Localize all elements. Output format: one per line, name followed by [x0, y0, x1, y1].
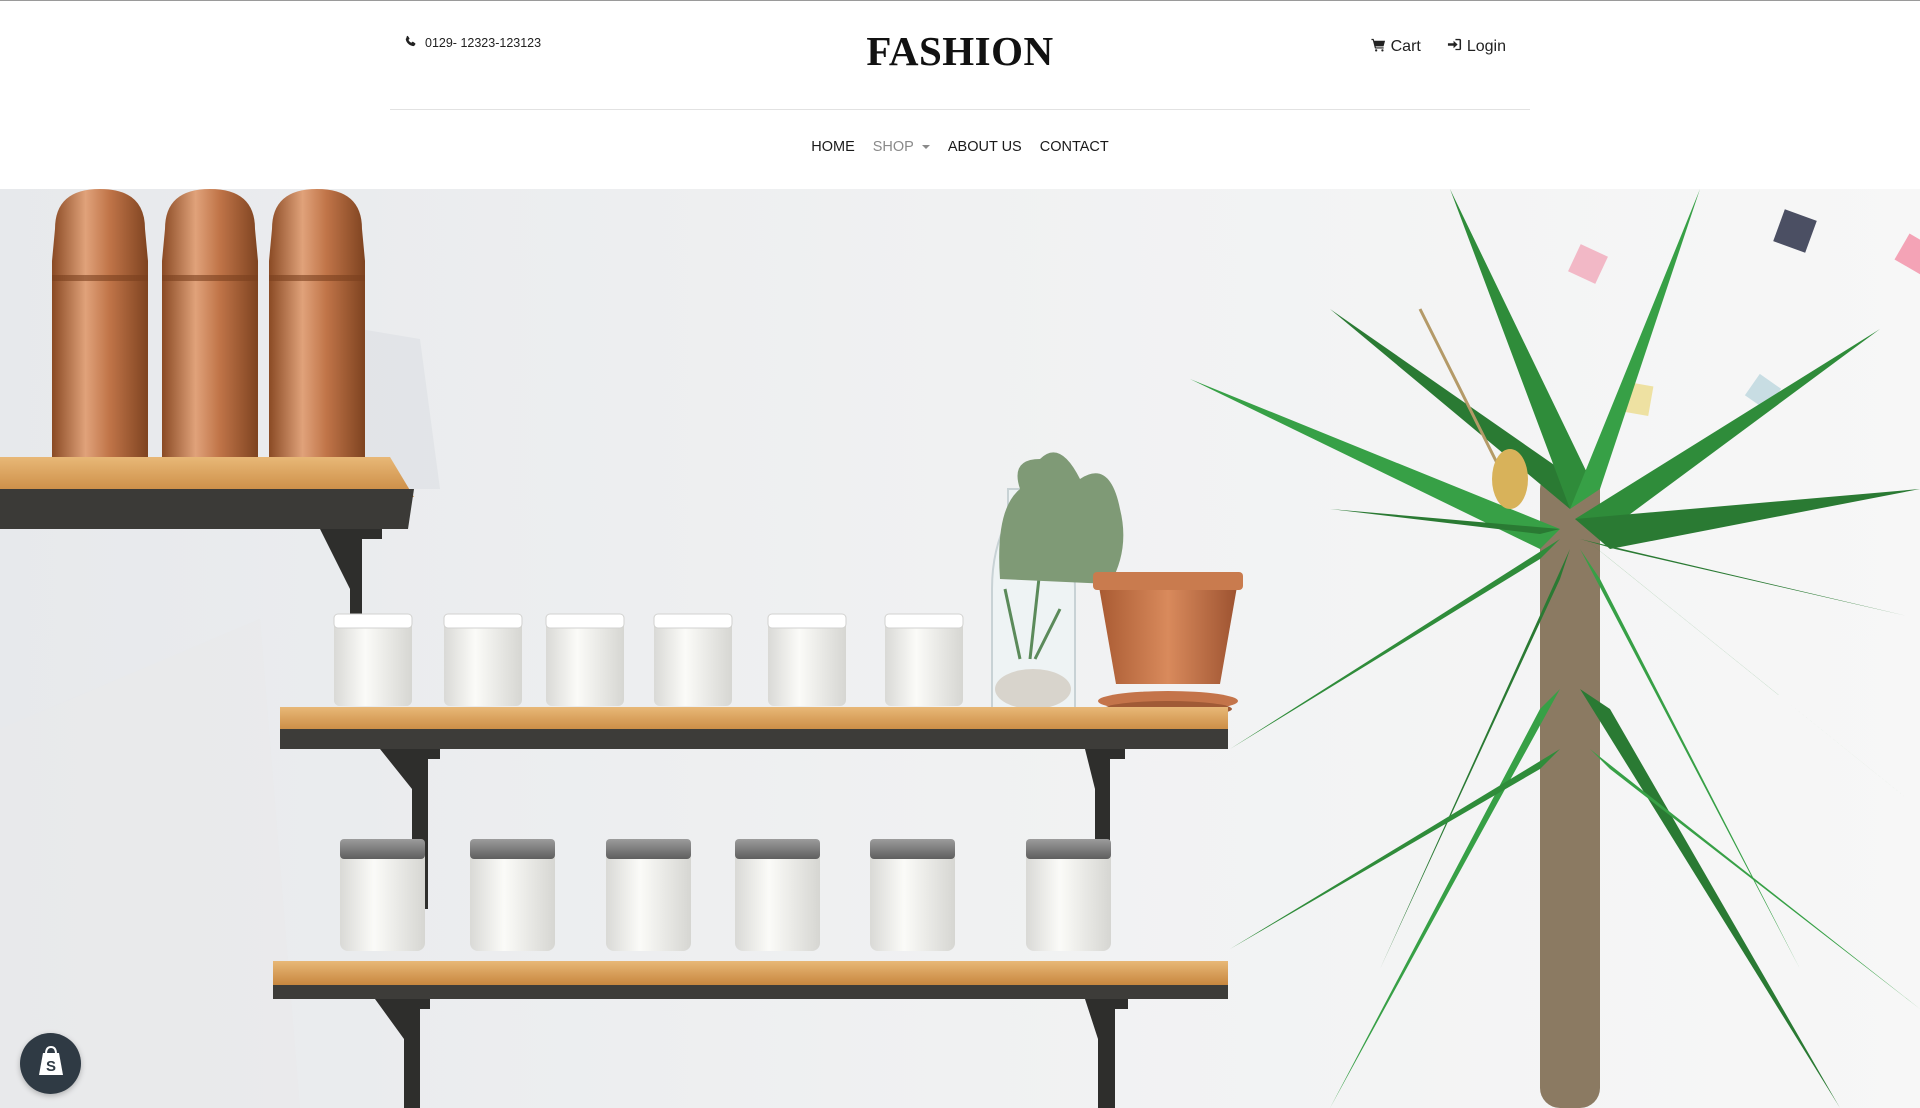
- site-header: 0129- 12323-123123 FASHION Cart Login HO…: [0, 1, 1920, 189]
- nav-item-contact[interactable]: CONTACT: [1040, 139, 1109, 155]
- hero-image: [0, 189, 1920, 1108]
- login-link[interactable]: Login: [1447, 37, 1506, 57]
- nav-item-label: ABOUT US: [947, 139, 1022, 155]
- chevron-down-icon: [921, 145, 930, 149]
- shopify-bag-icon: S: [37, 1045, 65, 1082]
- nav-item-shop[interactable]: SHOP: [873, 139, 930, 155]
- shopify-badge[interactable]: S: [20, 1033, 81, 1094]
- phone-number: 0129- 12323-123123: [425, 36, 542, 50]
- login-label: Login: [1466, 38, 1506, 55]
- nav-item-label: SHOP: [872, 139, 914, 155]
- nav-item-label: HOME: [811, 139, 855, 155]
- sign-in-icon: [1447, 37, 1462, 57]
- cart-link[interactable]: Cart: [1371, 37, 1421, 57]
- phone-icon: [404, 35, 417, 51]
- phone-contact[interactable]: 0129- 12323-123123: [404, 35, 541, 51]
- hero-banner: [0, 189, 1920, 1108]
- header-inner: 0129- 12323-123123 FASHION Cart Login: [390, 1, 1530, 109]
- header-actions: Cart Login: [1371, 37, 1506, 57]
- main-nav: HOME SHOP ABOUT US CONTACT: [0, 139, 1920, 155]
- nav-item-about-us[interactable]: ABOUT US: [948, 139, 1022, 155]
- svg-text:S: S: [45, 1058, 55, 1075]
- nav-item-label: CONTACT: [1039, 139, 1109, 155]
- header-divider: [390, 109, 1530, 110]
- nav-item-home[interactable]: HOME: [811, 139, 855, 155]
- copper-bottles: [52, 189, 365, 459]
- cart-icon: [1371, 37, 1386, 57]
- site-logo[interactable]: FASHION: [866, 27, 1053, 75]
- cart-label: Cart: [1390, 38, 1421, 55]
